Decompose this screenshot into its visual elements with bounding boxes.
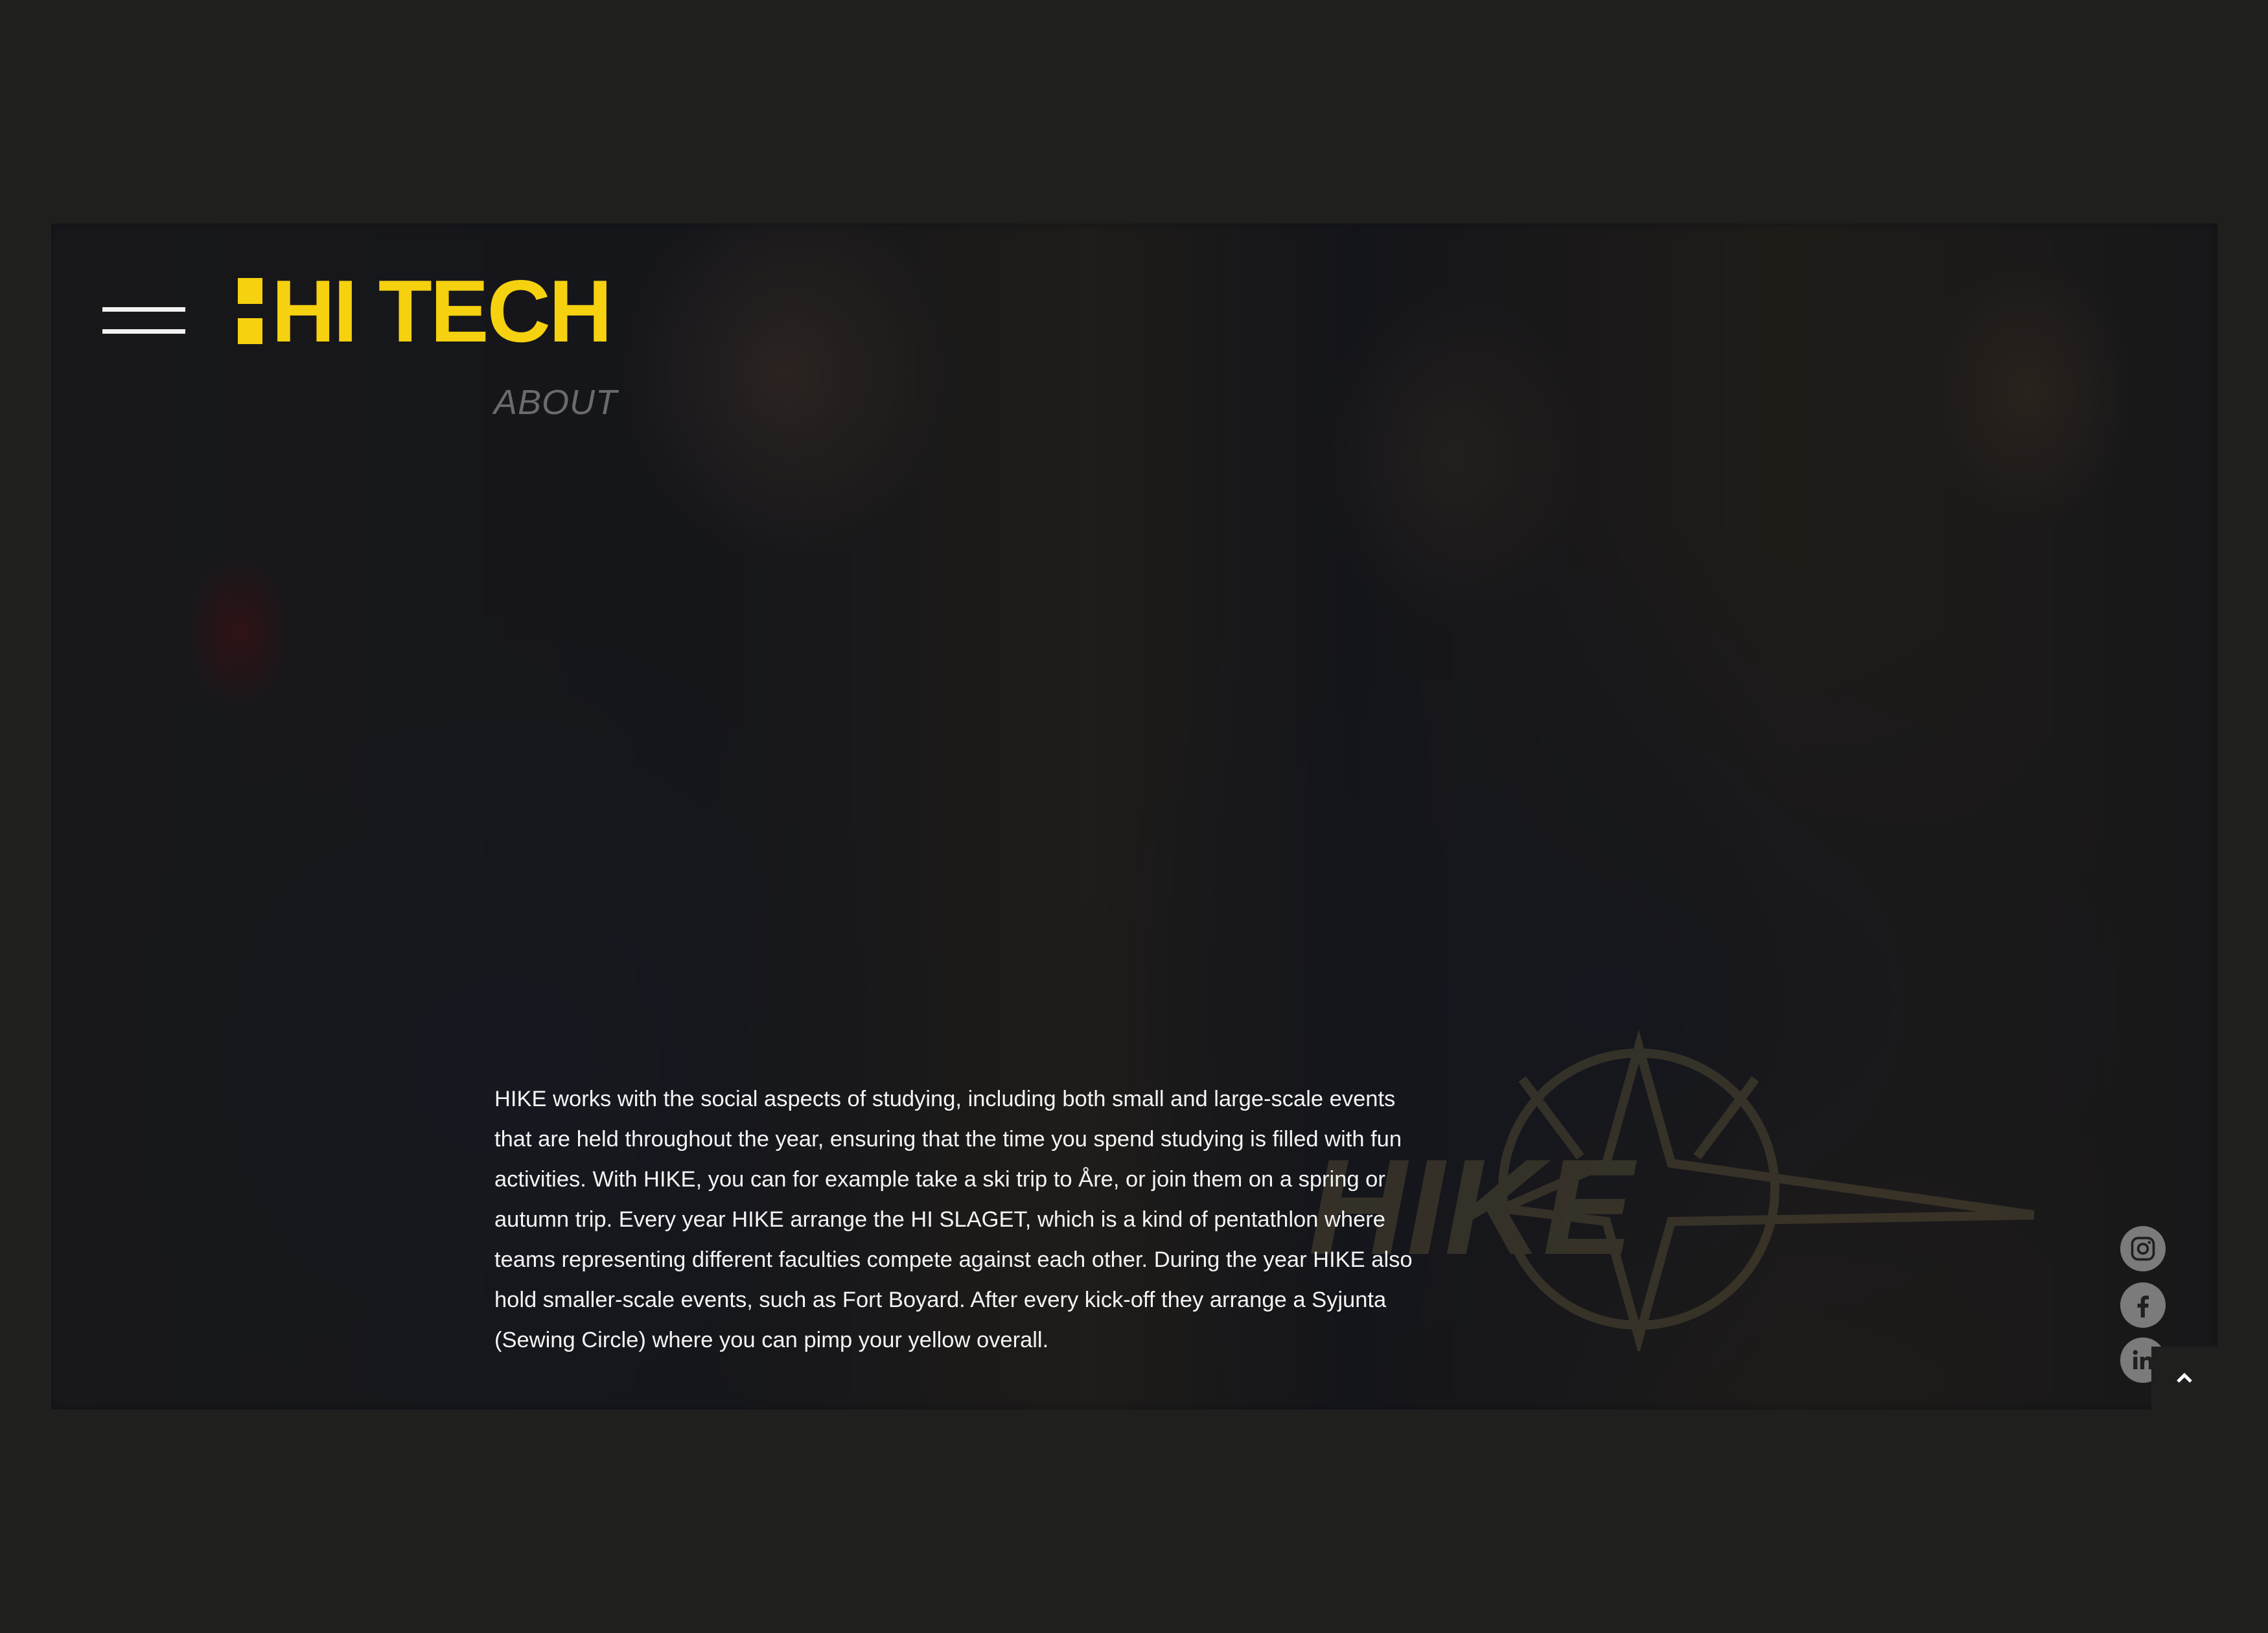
site-logo[interactable]: HI TECH [238,262,612,360]
instagram-icon[interactable] [2120,1226,2166,1271]
chevron-up-icon [2177,1372,2192,1383]
about-description: HIKE works with the social aspects of st… [494,1086,1413,1352]
hamburger-menu-icon [102,307,185,312]
page-title: ABOUT [494,383,618,422]
hamburger-menu-icon-bar [102,329,185,334]
page: HIKE HI TECH ABOUT HIKE works with the s… [0,0,2268,1633]
menu-button[interactable] [102,305,187,338]
logo-mark [238,278,262,344]
facebook-icon[interactable] [2120,1282,2166,1328]
hike-emblem-watermark: HIKE [1308,1029,2034,1351]
logo-text: HI TECH [272,262,612,360]
back-to-top-button[interactable] [2151,1347,2217,1409]
